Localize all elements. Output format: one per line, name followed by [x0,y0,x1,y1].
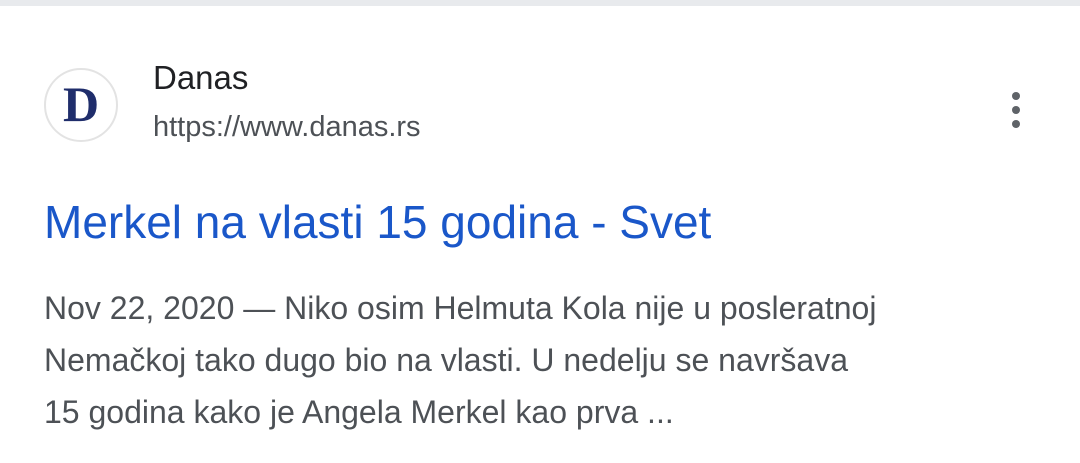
search-result-card[interactable]: D Danas https://www.danas.rs Merkel na v… [0,6,1080,463]
logo-letter: D [63,76,99,132]
more-vert-icon [1012,106,1020,114]
site-url[interactable]: https://www.danas.rs [153,109,421,145]
site-favicon-icon[interactable]: D [44,68,118,142]
more-options-button[interactable] [994,88,1038,132]
more-vert-icon [1012,92,1020,100]
snippet-line: 15 godina kako je Angela Merkel kao prva… [44,394,674,430]
result-title-link[interactable]: Merkel na vlasti 15 godina - Svet [44,192,711,252]
result-snippet: Nov 22, 2020 — Niko osim Helmuta Kola ni… [44,282,1044,438]
site-name[interactable]: Danas [153,58,248,98]
snippet-line: Nov 22, 2020 — Niko osim Helmuta Kola ni… [44,290,877,326]
snippet-line: Nemačkoj tako dugo bio na vlasti. U nede… [44,342,848,378]
more-vert-icon [1012,120,1020,128]
danas-logo-icon: D [52,76,110,134]
